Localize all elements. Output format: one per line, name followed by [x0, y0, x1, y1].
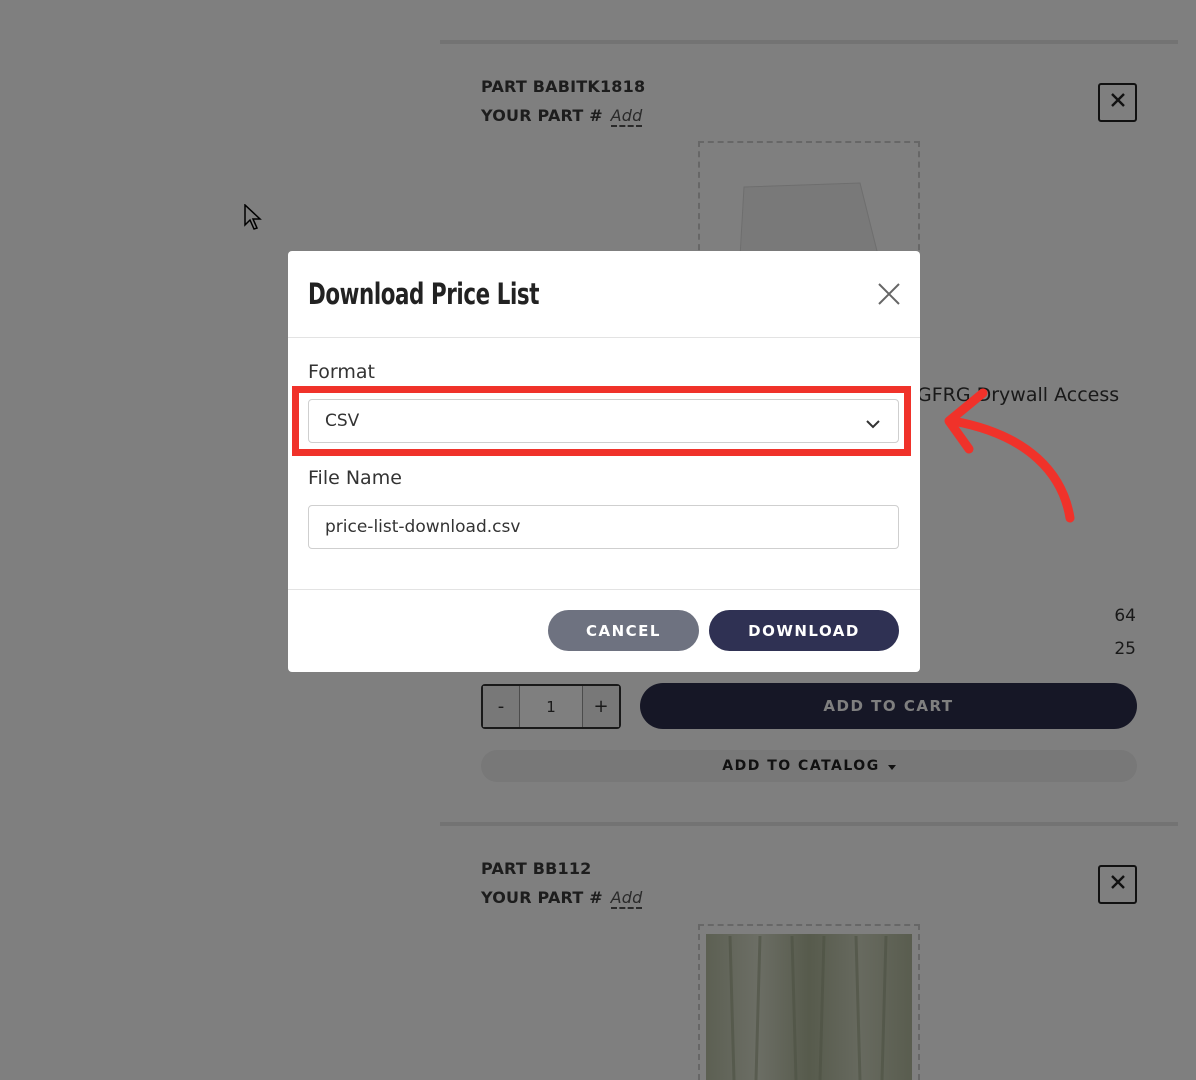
dialog-header: Download Price List: [288, 251, 920, 338]
file-name-label: File Name: [308, 467, 402, 489]
close-icon: [877, 282, 901, 311]
dialog-footer-divider: [288, 589, 920, 590]
format-label: Format: [308, 361, 375, 383]
annotation-arrow-icon: [935, 385, 1085, 535]
download-button[interactable]: DOWNLOAD: [709, 610, 899, 651]
cancel-button[interactable]: CANCEL: [548, 610, 699, 651]
annotation-highlight-box: [292, 386, 911, 456]
dialog-title: Download Price List: [308, 277, 540, 311]
download-price-list-dialog: Download Price List Format CSV File Name…: [288, 251, 920, 672]
close-dialog-button[interactable]: [874, 281, 904, 311]
file-name-input[interactable]: [308, 505, 899, 549]
